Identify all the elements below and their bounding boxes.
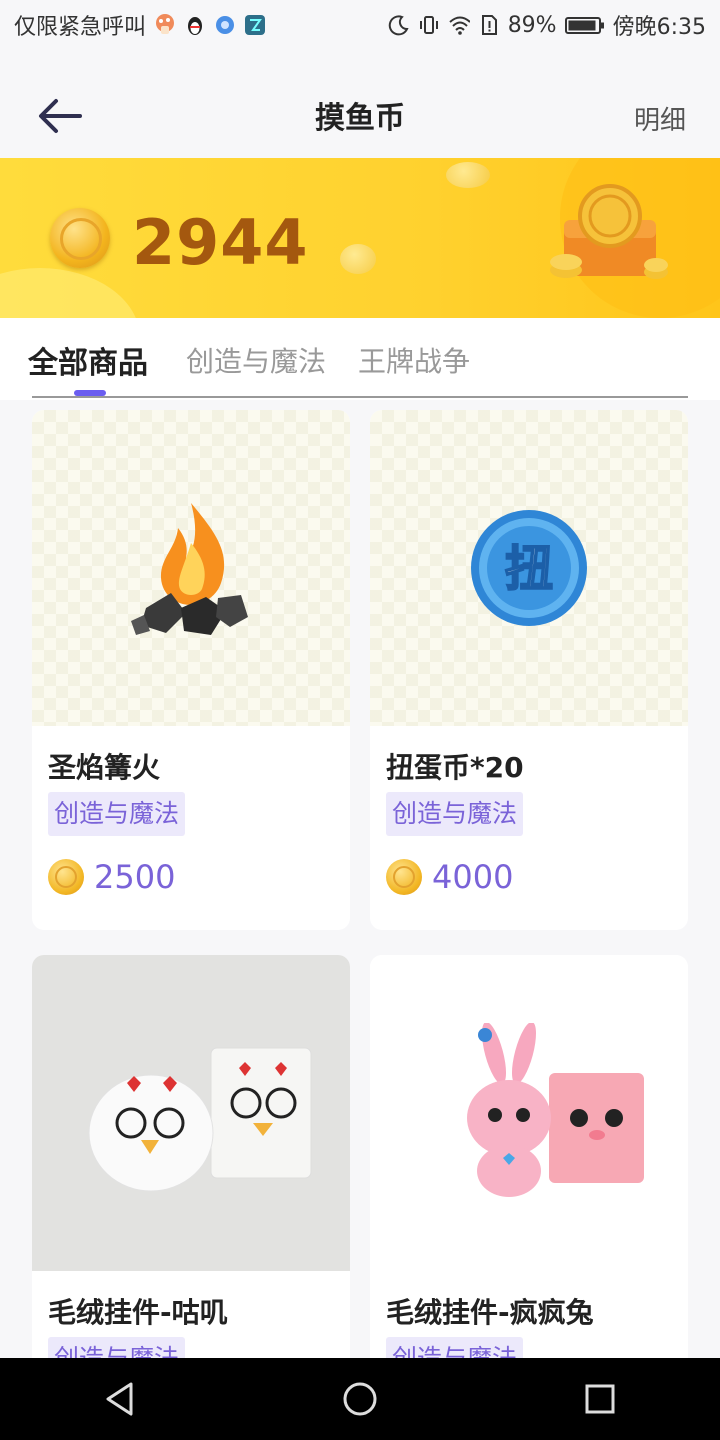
tab-ace-war[interactable]: 王牌战争: [358, 340, 470, 380]
gacha-coin-image: 扭: [471, 510, 587, 626]
clock: 傍晚6:35: [612, 15, 706, 40]
carrier-text: 仅限紧急呼叫: [14, 15, 147, 40]
product-price: 2500: [48, 858, 175, 896]
status-left: 仅限紧急呼叫: [14, 9, 266, 41]
product-card[interactable]: 扭 扭蛋币*20 创造与魔法 4000: [370, 410, 688, 930]
product-card[interactable]: 毛绒挂件-疯疯兔 创造与魔法: [370, 955, 688, 1375]
status-bar: 仅限紧急呼叫 89% 傍晚6:35: [0, 0, 720, 50]
moon-icon: [388, 14, 410, 36]
floating-coin-decoration: [340, 244, 376, 274]
fish-coin-icon: [48, 859, 84, 895]
balance-banner: 2944: [0, 158, 720, 318]
category-tabs: 全部商品 创造与魔法 王牌战争: [0, 318, 720, 400]
teal-app-icon: [244, 14, 266, 36]
back-arrow-icon: [39, 99, 82, 133]
product-title: 扭蛋币*20: [386, 751, 524, 784]
fish-coin-icon: [50, 208, 110, 268]
product-image: [32, 955, 350, 1271]
campfire-image: [131, 503, 248, 635]
price-value: 2500: [94, 858, 176, 896]
product-category-tag: 创造与魔法: [48, 792, 186, 836]
product-image: [32, 410, 350, 726]
product-price: 4000: [386, 858, 513, 896]
gacha-coin-glyph: 扭: [505, 541, 553, 597]
banner-glow: [0, 268, 140, 318]
product-category-tag: 创造与魔法: [386, 792, 524, 836]
home-circle-icon: [343, 1382, 377, 1416]
nav-back-button[interactable]: [90, 1369, 150, 1429]
product-title: 圣焰篝火: [48, 751, 161, 784]
back-triangle-icon: [106, 1382, 133, 1416]
app-header: 摸鱼币 明细: [0, 70, 720, 160]
mushroom-app-icon: [154, 14, 176, 36]
coin-balance: 2944: [132, 206, 309, 279]
battery-icon: [564, 14, 605, 36]
page-title: 摸鱼币: [315, 101, 405, 136]
tab-all-products[interactable]: 全部商品: [28, 338, 148, 382]
price-value: 4000: [432, 858, 514, 896]
wifi-icon: [448, 14, 470, 36]
fish-coin-icon: [386, 859, 422, 895]
status-right: 89% 傍晚6:35: [388, 9, 706, 41]
blue-globe-icon: [214, 14, 236, 36]
floating-coin-decoration: [446, 162, 490, 188]
detail-link[interactable]: 明细: [634, 100, 686, 137]
product-card[interactable]: 圣焰篝火 创造与魔法 2500: [32, 410, 350, 930]
qq-penguin-icon: [184, 14, 206, 36]
nav-recents-button[interactable]: [570, 1369, 630, 1429]
recents-square-icon: [585, 1384, 615, 1414]
product-card[interactable]: 毛绒挂件-咕叽 创造与魔法: [32, 955, 350, 1375]
treasure-chest-icon: [550, 184, 668, 279]
sim-icon: [478, 14, 500, 36]
product-title: 毛绒挂件-疯疯兔: [386, 1296, 594, 1329]
vibrate-icon: [418, 14, 440, 36]
nav-home-button[interactable]: [330, 1369, 390, 1429]
tab-divider: [32, 396, 688, 398]
system-nav-bar: [0, 1358, 720, 1440]
product-image: [370, 955, 688, 1271]
tab-creation-magic[interactable]: 创造与魔法: [186, 340, 326, 380]
product-title: 毛绒挂件-咕叽: [48, 1296, 228, 1329]
back-button[interactable]: [36, 96, 82, 136]
product-image: 扭: [370, 410, 688, 726]
battery-percent: 89%: [507, 12, 557, 38]
plush-chick-image: [88, 1047, 312, 1192]
plush-rabbit-image: [467, 1023, 644, 1197]
